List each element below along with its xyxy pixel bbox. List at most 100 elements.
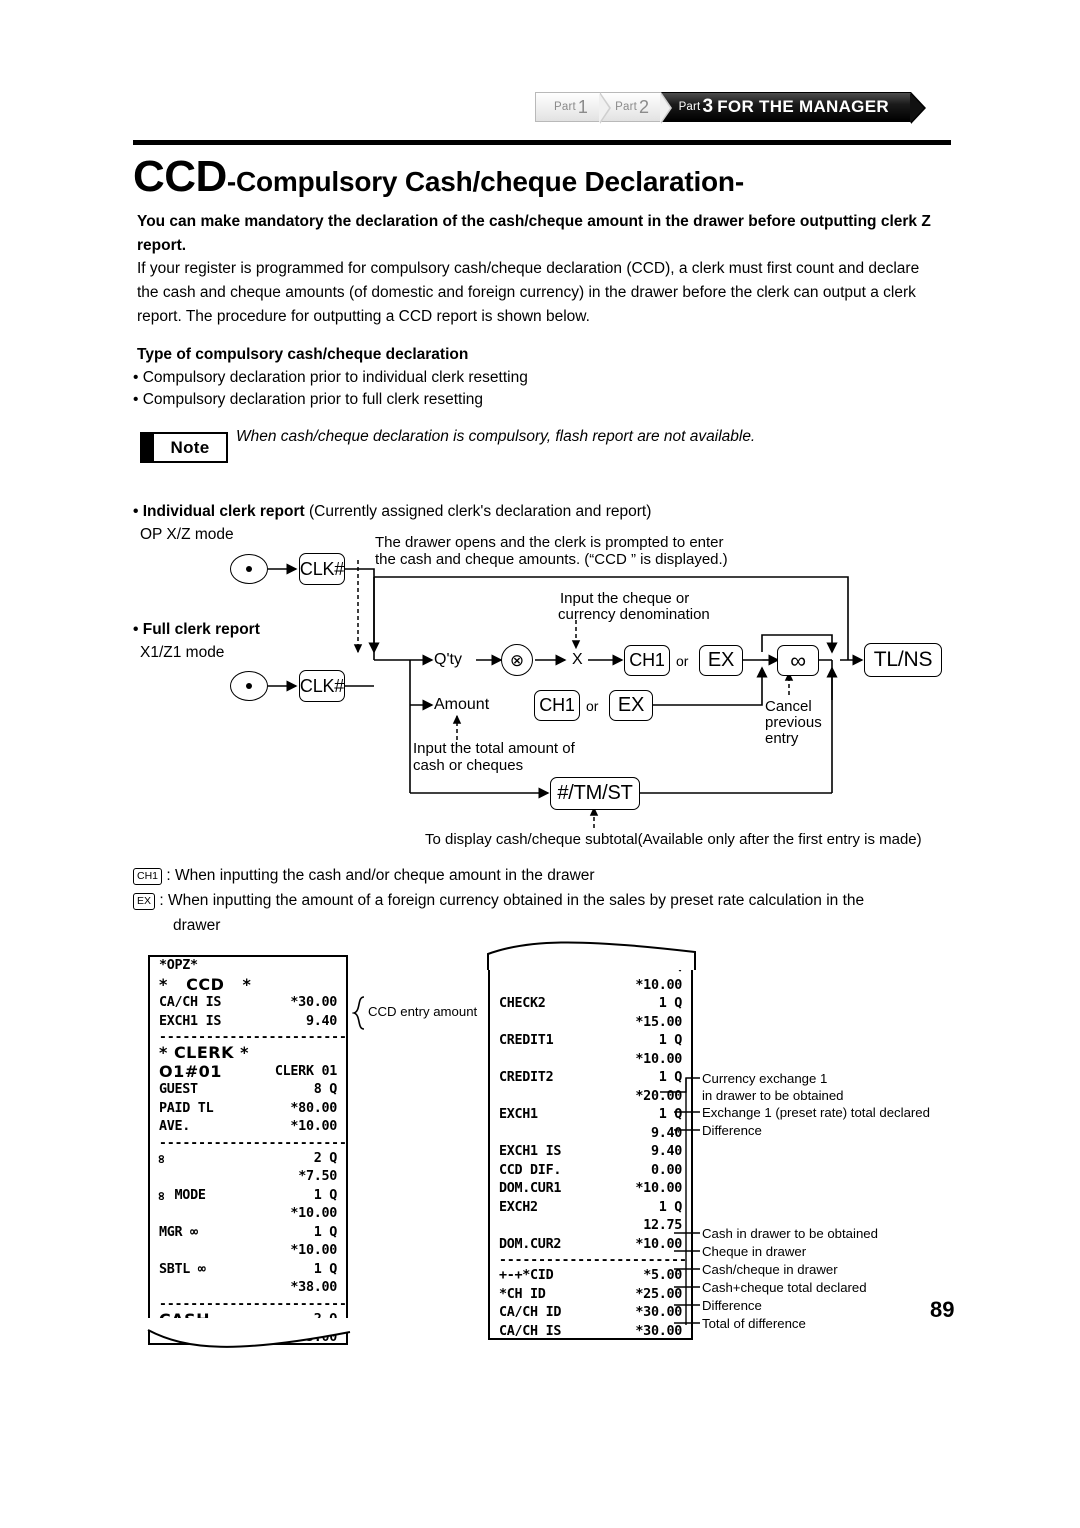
receipt-amount: *10.00 — [635, 977, 682, 993]
ch1-key-amount[interactable]: CH1 — [534, 690, 580, 721]
receipt-row-value: *30.00 — [290, 995, 337, 1010]
types-item-1: • Compulsory declaration prior to full c… — [133, 391, 484, 408]
intro-paragraph: If your register is programmed for compu… — [137, 260, 920, 325]
page-title-code: CCD — [133, 152, 227, 201]
receipt-row: * CCD * — [150, 974, 346, 995]
receipt-row: CHECK2 1 Q — [490, 995, 691, 1014]
clk-key-full[interactable]: CLK# — [299, 670, 345, 702]
part-tab-3-prefix: Part — [678, 101, 701, 113]
ex-minikey-icon: EX — [133, 893, 156, 910]
annotation-cash-cheque-in-drawer: Cash/cheque in drawer — [702, 1262, 838, 1277]
part-tab-3-number: 3 — [702, 96, 714, 117]
clk-key-op[interactable]: CLK# — [299, 553, 345, 585]
receipt-row-value: 1 Q — [658, 996, 683, 1011]
intro-bold: You can make mandatory the declaration o… — [137, 213, 931, 254]
receipt-row-label: CREDIT2 — [499, 1070, 554, 1085]
or-label-qty: or — [676, 653, 689, 669]
legend-row-ex: EX : When inputting the amount of a fore… — [133, 888, 953, 913]
total-note-line1: Input the total amount of — [413, 740, 575, 757]
annotation-cash-cheque-declared: Cash+cheque total declared — [702, 1280, 867, 1295]
receipt-amount: *10.00 — [635, 1051, 682, 1067]
title-rule — [133, 140, 951, 145]
receipt-row-label: CA/CH IS — [159, 995, 222, 1010]
x-label: X — [572, 651, 583, 668]
receipt-row: AVE. *10.00 — [150, 1118, 346, 1137]
receipt-left: *OPZ* * CCD * CA/CH IS *30.00 EXCH1 IS 9.40 --… — [148, 955, 348, 1345]
part-tab-2-number: 2 — [639, 96, 650, 117]
key-legend: CH1 : When inputting the cash and/or che… — [133, 863, 953, 938]
receipt-row-value: 8 Q — [313, 1082, 338, 1097]
individual-clerk-heading-rest: (Currently assigned clerk's declaration … — [304, 503, 652, 520]
mode-knob-x1z1 — [230, 671, 268, 701]
ch1-key-qty[interactable]: CH1 — [624, 645, 670, 676]
legend-text-ex: : When inputting the amount of a foreign… — [159, 892, 865, 909]
tm-st-key[interactable]: #/TM/ST — [550, 777, 640, 810]
ccd-entry-brace — [352, 996, 365, 1030]
receipt-row-label: CA/CH ID — [499, 1305, 562, 1320]
part-tab-1: Part 1 — [535, 92, 612, 124]
receipt-row: EXCH1 IS 9.40 — [150, 1013, 346, 1032]
receipt-row-label: CCD DIF. — [499, 1162, 562, 1178]
receipt-separator: ------------------------ — [159, 1297, 346, 1311]
receipt-row: ∞ 2 Q — [150, 1150, 346, 1169]
ccd-entry-amount-label: CCD entry amount — [368, 1004, 478, 1019]
part-tab-3: Part 3 FOR THE MANAGER — [661, 92, 927, 124]
types-heading: Type of compulsory cash/cheque declarati… — [137, 346, 469, 363]
receipt-row: PAID TL *80.00 — [150, 1100, 346, 1119]
full-clerk-mode: X1/Z1 mode — [140, 644, 225, 661]
cheque-note-line2: currency denomination — [558, 606, 710, 623]
amount-label: Amount — [434, 696, 490, 713]
page-title-subtitle: -Compulsory Cash/cheque Declaration- — [226, 166, 744, 197]
tl-ns-key[interactable]: TL/NS — [864, 643, 942, 677]
cancel-note-line1: Cancel — [765, 698, 812, 715]
annotation-currency-exchange-1: Currency exchange 1 in drawer to be obta… — [702, 1070, 844, 1104]
receipt-row-value: 1 Q — [658, 1033, 683, 1048]
receipt-row-value: 1 Q — [313, 1187, 338, 1203]
receipt-row-label: ∞ MODE — [154, 1187, 206, 1203]
receipt-row-label: +-+*CID — [499, 1268, 554, 1283]
receipt-row-label: EXCH1 IS — [499, 1144, 562, 1159]
part-tab-1-prefix: Part — [554, 101, 576, 113]
receipt-row-value: CLERK 01 — [274, 1063, 337, 1079]
receipt-row-label: DOM.CUR1 — [499, 1181, 562, 1196]
receipt-row: O1#01 CLERK 01 — [150, 1062, 346, 1082]
receipt-row-value: *80.00 — [290, 1100, 337, 1116]
receipt-amount: *38.00 — [290, 1280, 337, 1295]
receipt-row-label: * CCD * — [159, 974, 252, 994]
receipt-row-label: DOM.CUR2 — [499, 1236, 562, 1252]
legend-row-ch1: CH1 : When inputting the cash and/or che… — [133, 863, 953, 888]
receipt-row-value: 1 Q — [313, 1261, 338, 1277]
ex-key-qty[interactable]: EX — [699, 645, 743, 676]
individual-clerk-heading-bold: • Individual clerk report — [133, 503, 305, 520]
legend-text-ch1: : When inputting the cash and/or cheque … — [166, 867, 595, 884]
cancel-note-line2: previous — [765, 714, 822, 731]
receipt-row-label: * CLERK * — [159, 1043, 249, 1062]
total-note-line2: cash or cheques — [413, 757, 524, 774]
receipt-row: ∞ MODE 1 Q — [150, 1187, 346, 1206]
mode-knob-op-xz — [230, 554, 268, 584]
receipt-amount: *15.00 — [635, 1014, 682, 1030]
receipt-separator: ------------------------ — [159, 1136, 346, 1150]
annotation-exchange1-declared: Exchange 1 (preset rate) total declared — [702, 1105, 930, 1120]
receipt-row: SBTL ∞ 1 Q — [150, 1261, 346, 1280]
receipt-row-label: CREDIT1 — [499, 1033, 554, 1048]
annotation-difference-total: Difference — [702, 1298, 762, 1313]
cancel-key[interactable]: ∞ — [777, 645, 819, 676]
multiply-key[interactable]: ⊗ — [501, 644, 533, 676]
receipt-row-label: GUEST — [159, 1082, 198, 1097]
receipt-amount: *10.00 — [290, 1243, 337, 1258]
receipt-row: MGR ∞ 1 Q — [150, 1224, 346, 1243]
page-title: CCD-Compulsory Cash/cheque Declaration- — [133, 152, 963, 202]
drawer-note-line2: the cash and cheque amounts. (“CCD ” is … — [375, 551, 728, 568]
annotation-currency-exchange-1-line2: in drawer to be obtained — [702, 1088, 844, 1103]
individual-clerk-mode: OP X/Z mode — [140, 526, 234, 543]
part-tab-3-title: FOR THE MANAGER — [717, 97, 889, 116]
note-badge-label: Note — [170, 437, 210, 457]
qty-label: Q'ty — [434, 651, 462, 668]
receipt-amount: *7.50 — [298, 1169, 337, 1184]
annotation-currency-exchange-1-line1: Currency exchange 1 — [702, 1071, 828, 1086]
drawer-note-line1: The drawer opens and the clerk is prompt… — [375, 534, 724, 551]
receipt-row-label: CHECK2 — [499, 996, 546, 1011]
ex-key-amount[interactable]: EX — [609, 690, 653, 721]
receipt-row: GUEST 8 Q — [150, 1081, 346, 1100]
